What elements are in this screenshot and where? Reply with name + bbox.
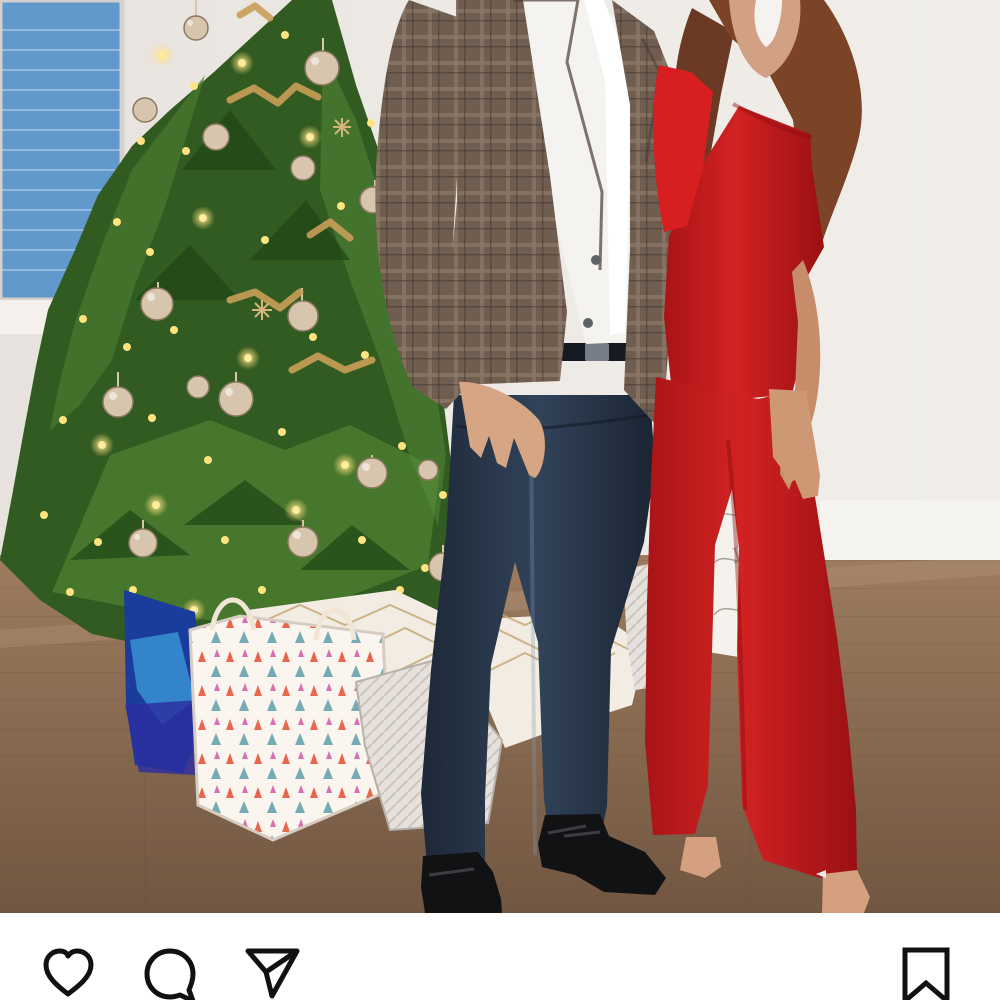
post-action-bar (0, 913, 1000, 1000)
paper-plane-icon (245, 948, 300, 999)
post-photo[interactable]: Joy (0, 0, 1000, 913)
comment-button[interactable] (140, 945, 202, 1000)
bookmark-icon (902, 947, 950, 1000)
like-button[interactable] (37, 945, 99, 1000)
christmas-couple-photo: Joy (0, 0, 1000, 913)
save-button[interactable] (895, 945, 957, 1000)
comment-bubble-icon (144, 948, 196, 1000)
instagram-post: Joy (0, 0, 1000, 1000)
share-button[interactable] (241, 945, 303, 1000)
heart-icon (43, 948, 94, 997)
